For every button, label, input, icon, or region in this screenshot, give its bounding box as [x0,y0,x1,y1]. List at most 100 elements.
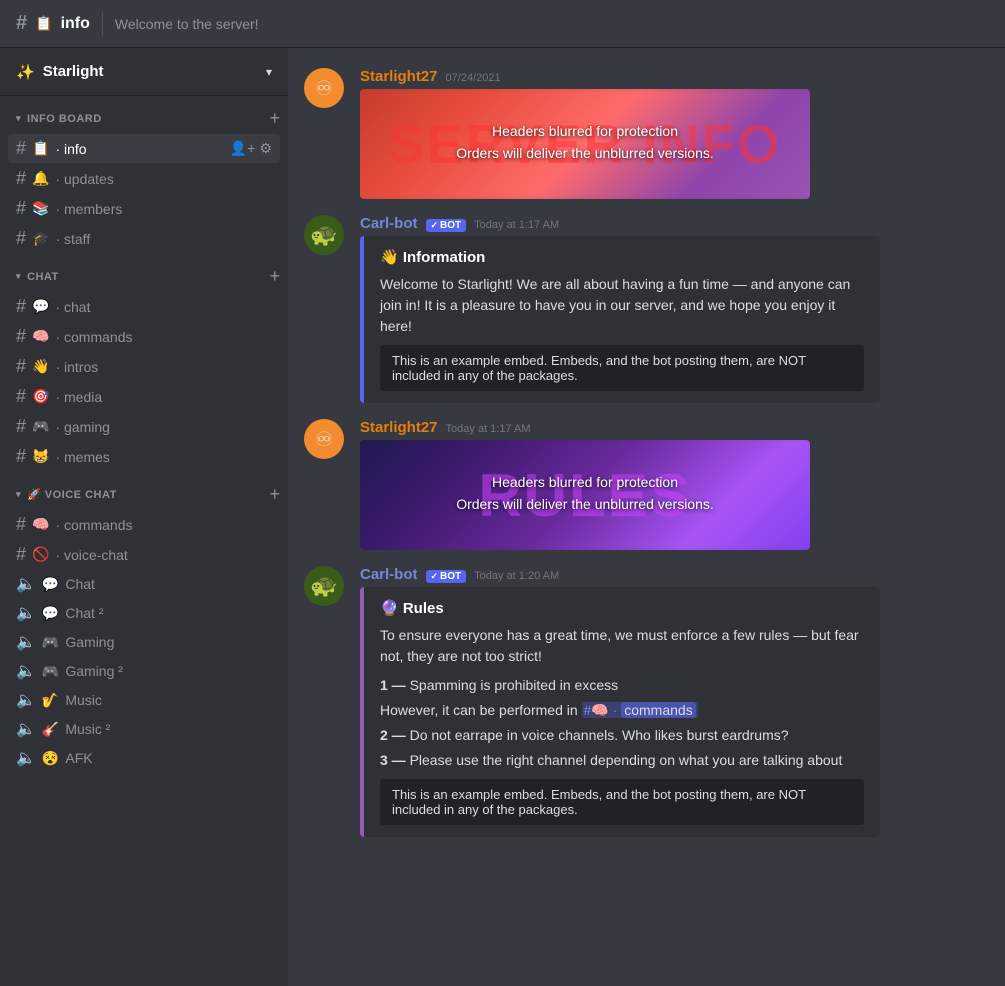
channel-description: Welcome to the server! [115,16,259,32]
checkmark-icon: ✓ [431,571,439,582]
add-channel-button[interactable]: + [269,108,280,129]
voice-channel-name: AFK [65,750,92,766]
voice-channel-gaming2[interactable]: 🔈 🎮 Gaming ² [8,657,280,685]
section-header-chat[interactable]: ▾ CHAT + [0,262,288,291]
section-chat: ▾ CHAT + # 💬 · chat # 🧠 · commands # 👋 ·… [0,262,288,472]
voice-channel-name: Music [65,692,102,708]
embed-information: 👋 Information Welcome to Starlight! We a… [360,236,880,403]
hash-icon: # [16,326,26,347]
timestamp: Today at 1:17 AM [474,219,559,231]
message-header: Starlight27 Today at 1:17 AM [360,419,989,436]
speaker-icon: 🔈 [16,748,36,768]
message-1: ♾ Starlight27 07/24/2021 SERVER INFO Hea… [288,64,1005,207]
divider [102,12,103,36]
channel-item-staff[interactable]: # 🎓 · staff [8,224,280,253]
settings-icon[interactable]: ⚙ [259,140,272,157]
channel-name: · intros [55,359,272,375]
channel-item-commands[interactable]: # 🧠 · commands [8,322,280,351]
bot-badge: ✓ BOT [426,570,467,583]
channel-item-gaming[interactable]: # 🎮 · gaming [8,412,280,441]
voice-channel-music2[interactable]: 🔈 🎸 Music ² [8,715,280,743]
channel-item-chat[interactable]: # 💬 · chat [8,292,280,321]
voice-channel-name: Gaming ² [65,663,123,679]
voice-channel-chat[interactable]: 🔈 💬 Chat [8,570,280,598]
channel-emoji: 🎓 [32,230,49,247]
embed-title: 👋 Information [380,248,864,266]
channel-item-updates[interactable]: # 🔔 · updates [8,164,280,193]
section-header-info-board[interactable]: ▾ INFO BOARD + [0,104,288,133]
username: Starlight27 [360,68,438,85]
section-title-chat: ▾ CHAT [16,271,59,283]
channel-item-members[interactable]: # 📚 · members [8,194,280,223]
channel-name: · chat [55,299,272,315]
channel-item-memes[interactable]: # 😸 · memes [8,442,280,471]
channel-emoji: 💬 [42,576,59,593]
messages-list: ♾ Starlight27 07/24/2021 SERVER INFO Hea… [288,48,1005,986]
username: Carl-bot [360,566,418,583]
voice-channel-afk[interactable]: 🔈 😵 AFK [8,744,280,772]
server-header[interactable]: ✨ Starlight ▾ [0,48,288,96]
channel-item-voice-chat-text[interactable]: # 🚫 · voice-chat [8,540,280,569]
timestamp: 07/24/2021 [446,72,501,84]
hash-icon: # [16,544,26,565]
channel-emoji: 🎮 [42,663,59,680]
chevron-icon: ▾ [16,489,21,500]
add-channel-button[interactable]: + [269,266,280,287]
channel-emoji: 🎸 [42,721,59,738]
channel-emoji: 💬 [32,298,49,315]
voice-channel-gaming[interactable]: 🔈 🎮 Gaming [8,628,280,656]
channel-emoji: 🧠 [32,516,49,533]
embed-title: 🔮 Rules [380,599,864,617]
channel-header: # 📋 info [16,12,90,35]
embed-body: To ensure everyone has a great time, we … [380,625,864,771]
chevron-icon: ▾ [16,271,21,282]
checkmark-icon: ✓ [431,220,439,231]
chevron-down-icon: ▾ [266,65,272,79]
voice-channel-chat2[interactable]: 🔈 💬 Chat ² [8,599,280,627]
message-3: ♾ Starlight27 Today at 1:17 AM RULES Hea… [288,415,1005,558]
message-content: Carl-bot ✓ BOT Today at 1:17 AM 👋 Inform… [360,215,989,407]
voice-channel-name: Music ² [65,721,110,737]
speaker-icon: 🔈 [16,661,36,681]
blur-watermark: Headers blurred for protectionOrders wil… [456,471,714,520]
channel-name: · commands [55,329,272,345]
hash-icon: # [16,514,26,535]
username: Starlight27 [360,419,438,436]
embed-footer: This is an example embed. Embeds, and th… [380,779,864,825]
message-content: Carl-bot ✓ BOT Today at 1:20 AM 🔮 Rules … [360,566,989,841]
channel-item-voice-commands[interactable]: # 🧠 · commands [8,510,280,539]
channel-emoji: 💬 [42,605,59,622]
chat-area: ♾ Starlight27 07/24/2021 SERVER INFO Hea… [288,48,1005,986]
channel-item-intros[interactable]: # 👋 · intros [8,352,280,381]
server-name: ✨ Starlight [16,63,104,81]
channel-item-info[interactable]: # 📋 · info 👤+ ⚙ [8,134,280,163]
add-member-icon[interactable]: 👤+ [230,140,256,157]
message-header: Carl-bot ✓ BOT Today at 1:17 AM [360,215,989,232]
voice-channel-music[interactable]: 🔈 🎷 Music [8,686,280,714]
avatar-icon: 🐢 [310,222,337,248]
blurred-image-info: SERVER INFO Headers blurred for protecti… [360,89,810,199]
hash-icon: # [16,198,26,219]
channel-emoji: 👋 [32,358,49,375]
speaker-icon: 🔈 [16,603,36,623]
top-bar: # 📋 info Welcome to the server! [0,0,1005,48]
message-header: Starlight27 07/24/2021 [360,68,989,85]
message-2: 🐢 Carl-bot ✓ BOT Today at 1:17 AM 👋 Info… [288,211,1005,411]
channel-emoji: 🎷 [42,692,59,709]
message-content: Starlight27 07/24/2021 SERVER INFO Heade… [360,68,989,203]
speaker-icon: 🔈 [16,632,36,652]
channel-item-media[interactable]: # 🎯 · media [8,382,280,411]
embed-body: Welcome to Starlight! We are all about h… [380,274,864,337]
hash-icon: # [16,416,26,437]
channel-name: · updates [55,171,272,187]
timestamp: Today at 1:17 AM [446,423,531,435]
section-header-voice-chat[interactable]: ▾ 🚀 VOICE CHAT + [0,480,288,509]
channel-name: · media [55,389,272,405]
voice-channel-name: Chat [65,576,95,592]
avatar: 🐢 [304,215,344,255]
channel-emoji: 🎮 [32,418,49,435]
add-channel-button[interactable]: + [269,484,280,505]
channel-emoji: 📋 [35,15,52,32]
avatar-icon: ♾ [315,76,333,101]
channel-name: · voice-chat [55,547,272,563]
